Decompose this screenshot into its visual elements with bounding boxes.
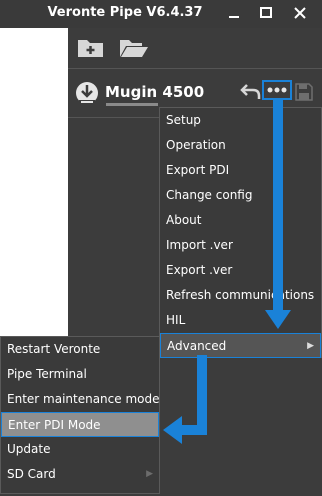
submenu-item-enter-maintenance-mode[interactable]: Enter maintenance mode [1, 387, 159, 412]
device-name[interactable]: Mugin 4500 [105, 83, 204, 101]
menu-item-operation[interactable]: Operation [160, 133, 321, 158]
submenu-item-enter-pdi-mode[interactable]: Enter PDI Mode [1, 412, 159, 437]
menu-item-about[interactable]: About [160, 208, 321, 233]
maximize-icon[interactable] [256, 4, 276, 22]
menu-item-export-ver[interactable]: Export .ver [160, 258, 321, 283]
menu-item-change-config[interactable]: Change config [160, 183, 321, 208]
submenu-item-restart-veronte[interactable]: Restart Veronte [1, 337, 159, 362]
submenu-item-sd-card-label: SD Card [7, 467, 56, 481]
device-status-bar [106, 103, 158, 106]
menu-item-advanced-label: Advanced [167, 339, 227, 353]
advanced-submenu: Restart Veronte Pipe Terminal Enter main… [0, 336, 160, 494]
open-folder-icon[interactable] [118, 36, 150, 60]
toolbar-divider [68, 68, 322, 69]
submenu-item-pipe-terminal[interactable]: Pipe Terminal [1, 362, 159, 387]
undo-icon[interactable] [240, 82, 262, 100]
more-options-icon [267, 87, 287, 93]
menu-item-setup[interactable]: Setup [160, 108, 321, 133]
menu-item-export-pdi[interactable]: Export PDI [160, 158, 321, 183]
workspace-area [0, 28, 68, 339]
menu-item-refresh-communications[interactable]: Refresh communications [160, 283, 321, 308]
menu-item-hil[interactable]: HIL [160, 308, 321, 333]
context-menu: Setup Operation Export PDI Change config… [159, 107, 322, 358]
submenu-item-update[interactable]: Update [1, 437, 159, 462]
menu-item-import-ver[interactable]: Import .ver [160, 233, 321, 258]
menu-item-advanced[interactable]: Advanced ▶ [160, 333, 321, 358]
chevron-right-icon: ▶ [307, 341, 314, 351]
new-folder-icon[interactable] [76, 36, 106, 60]
chevron-right-icon: ▶ [146, 469, 153, 479]
window-title: Veronte Pipe V6.4.37 [47, 5, 203, 20]
more-options-button[interactable] [262, 80, 292, 100]
device-icon [76, 82, 98, 105]
title-bar: Veronte Pipe V6.4.37 [0, 0, 322, 28]
save-icon[interactable] [294, 82, 314, 102]
submenu-item-sd-card[interactable]: SD Card ▶ [1, 462, 159, 487]
minimize-icon[interactable] [224, 4, 244, 22]
close-icon[interactable] [290, 4, 310, 22]
